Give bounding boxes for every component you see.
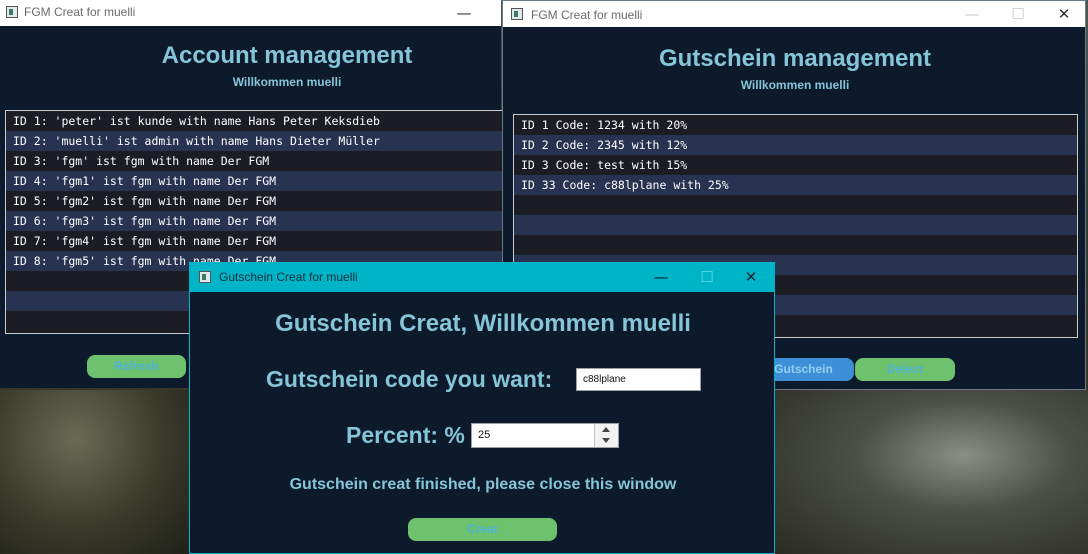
status-message: Gutschein creat finished, please close t… [289, 476, 677, 493]
list-item[interactable]: ID 7: 'fgm4' ist fgm with name Der FGM [6, 231, 506, 251]
dialog-titlebar[interactable]: Gutschein Creat for muelli — ☐ ✕ [190, 263, 774, 292]
minimize-icon[interactable]: — [949, 1, 995, 27]
app-icon [6, 6, 18, 18]
minimize-icon[interactable]: — [638, 264, 684, 290]
gutschein-window-titlebar[interactable]: FGM Creat for muelli — ☐ ✕ [503, 1, 1085, 27]
list-item[interactable] [514, 235, 1077, 255]
account-subheading: Willkommen muelli [232, 75, 342, 89]
list-item[interactable]: ID 1: 'peter' ist kunde with name Hans P… [6, 111, 506, 131]
close-icon[interactable]: ✕ [1041, 1, 1087, 27]
percent-value: 25 [478, 429, 491, 441]
list-item[interactable]: ID 2 Code: 2345 with 12% [514, 135, 1077, 155]
gutschein-heading: Gutschein management [658, 45, 932, 72]
delete-button[interactable]: Delect [855, 358, 955, 381]
code-label: Gutschein code you want: [266, 366, 553, 392]
list-item[interactable]: ID 3 Code: test with 15% [514, 155, 1077, 175]
gutschein-creat-dialog: Gutschein Creat for muelli — ☐ ✕ Gutsche… [189, 262, 775, 554]
app-icon [511, 8, 523, 20]
close-icon[interactable]: ✕ [728, 264, 774, 290]
list-item[interactable]: ID 1 Code: 1234 with 20% [514, 115, 1077, 135]
window-title: FGM Creat for muelli [531, 8, 643, 22]
code-input[interactable]: c88lplane [576, 368, 701, 391]
account-heading: Account management [161, 42, 413, 69]
list-item[interactable]: ID 5: 'fgm2' ist fgm with name Der FGM [6, 191, 506, 211]
list-item[interactable]: ID 6: 'fgm3' ist fgm with name Der FGM [6, 211, 506, 231]
list-item[interactable] [514, 215, 1077, 235]
account-window-titlebar[interactable]: FGM Creat for muelli — [0, 0, 501, 26]
refresh-button[interactable]: Refresh [87, 355, 186, 378]
stepper-arrows[interactable] [594, 424, 618, 447]
maximize-icon[interactable]: ☐ [684, 264, 730, 290]
minimize-icon[interactable]: — [441, 0, 487, 26]
list-item[interactable]: ID 2: 'muelli' ist admin with name Hans … [6, 131, 506, 151]
dialog-title: Gutschein Creat for muelli [219, 270, 358, 284]
window-title: FGM Creat for muelli [24, 5, 136, 19]
maximize-icon[interactable]: ☐ [995, 1, 1041, 27]
gutschein-subheading: Willkommen muelli [740, 78, 850, 92]
list-item[interactable] [514, 195, 1077, 215]
percent-stepper[interactable]: 25 [471, 423, 619, 448]
dialog-heading: Gutschein Creat, Willkommen muelli [275, 310, 691, 337]
list-item[interactable]: ID 33 Code: c88lplane with 25% [514, 175, 1077, 195]
stepper-up-icon[interactable] [602, 427, 610, 432]
app-icon [199, 271, 211, 283]
list-item[interactable]: ID 4: 'fgm1' ist fgm with name Der FGM [6, 171, 506, 191]
percent-label: Percent: % [346, 422, 465, 448]
list-item[interactable]: ID 3: 'fgm' ist fgm with name Der FGM [6, 151, 506, 171]
stepper-down-icon[interactable] [602, 438, 610, 443]
creat-button[interactable]: Creat [408, 518, 557, 541]
